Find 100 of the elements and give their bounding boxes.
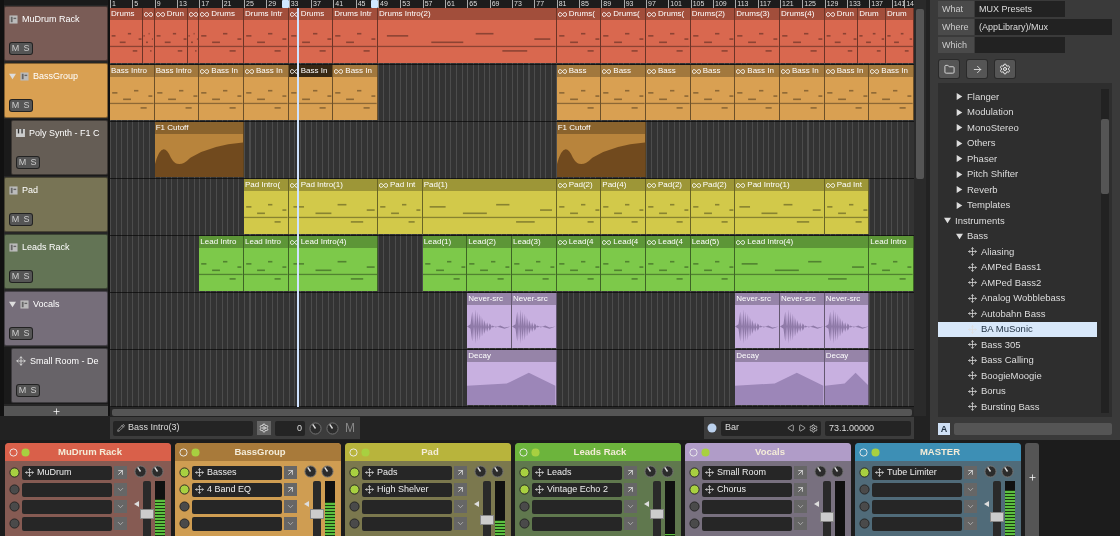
dropdown-button[interactable] [284, 500, 297, 513]
browser-field[interactable] [975, 37, 1065, 53]
clip[interactable]: Pad Int [378, 179, 423, 234]
open-editor-button[interactable] [454, 483, 467, 496]
knob[interactable] [831, 465, 844, 478]
solo-button[interactable]: S [21, 43, 32, 55]
mute-button[interactable]: M [10, 214, 21, 226]
clip[interactable]: Drums(2) [690, 8, 736, 63]
preset-item[interactable]: Autobahn Bass [938, 306, 1097, 322]
clip[interactable]: Lead(4 [601, 236, 646, 291]
clip[interactable]: Lead Intro [869, 236, 914, 291]
mute-button[interactable]: M [17, 385, 28, 397]
preset-item[interactable]: AMPed Bass1 [938, 259, 1097, 275]
mute-button[interactable]: M [10, 328, 21, 340]
power-icon[interactable] [519, 467, 530, 478]
power-icon[interactable] [349, 484, 360, 495]
dropdown-button[interactable] [794, 517, 807, 530]
clip[interactable]: Bass Intro [154, 65, 200, 120]
track-header[interactable]: Pad M S [4, 177, 108, 233]
insert-slot[interactable]: Vintage Echo 2 [532, 482, 622, 497]
clip[interactable]: Pad(2) [556, 179, 602, 234]
knob[interactable] [661, 465, 674, 478]
folder-item[interactable]: Phaser [938, 151, 1097, 167]
clip[interactable]: Decay [735, 350, 825, 405]
fader-thumb[interactable] [139, 509, 154, 519]
knob[interactable] [474, 465, 487, 478]
mute-button[interactable]: M [10, 100, 21, 112]
clip[interactable]: Drum [886, 8, 914, 63]
clip[interactable]: Pad Intro( [244, 179, 289, 234]
open-editor-button[interactable] [794, 466, 807, 479]
preset-item[interactable]: Bass Calling [938, 352, 1097, 368]
track-header[interactable]: Vocals M S [4, 291, 108, 347]
folder-item[interactable]: Flanger [938, 89, 1097, 105]
knob[interactable] [321, 465, 334, 478]
clip-name-field[interactable]: Bass Intro(3) [113, 420, 253, 436]
track-header[interactable]: BassGroup M S [4, 63, 108, 119]
mute-button[interactable]: M [10, 43, 21, 55]
preset-item[interactable]: AMPed Bass2 [938, 275, 1097, 291]
clip[interactable]: Drums(4) [780, 8, 825, 63]
folder-item[interactable]: Reverb [938, 182, 1097, 198]
clip[interactable]: Drun [154, 8, 189, 63]
position-field[interactable]: 73.1.00000 [825, 420, 911, 436]
horizontal-scrollbar[interactable] [112, 409, 912, 416]
insert-slot[interactable]: Small Room [702, 465, 792, 480]
knob[interactable] [304, 465, 317, 478]
clip[interactable]: Never-src [780, 293, 825, 348]
snap-field[interactable]: Bar [721, 420, 821, 436]
browser-field[interactable]: MUX Presets [975, 1, 1065, 17]
power-icon[interactable] [519, 518, 530, 529]
track-header[interactable]: MuDrum Rack M S [4, 6, 108, 62]
clip[interactable] [143, 8, 155, 63]
insert-slot[interactable] [872, 482, 962, 497]
fader-thumb[interactable] [649, 509, 664, 519]
clip[interactable]: Drums Intr [333, 8, 378, 63]
clip[interactable]: Bass In [244, 65, 289, 120]
dropdown-button[interactable] [114, 517, 127, 530]
open-editor-button[interactable] [624, 483, 637, 496]
folder-item[interactable]: Modulation [938, 104, 1097, 120]
folder-item[interactable]: Templates [938, 197, 1097, 213]
clip[interactable]: Drums(3) [735, 8, 780, 63]
clip[interactable]: Never-src [467, 293, 512, 348]
clip[interactable]: Bass In [824, 65, 870, 120]
dropdown-button[interactable] [454, 500, 467, 513]
open-editor-button[interactable] [114, 466, 127, 479]
dropdown-button[interactable] [114, 500, 127, 513]
clip[interactable]: Bass In [288, 65, 334, 120]
folder-item[interactable]: MonoStereo [938, 120, 1097, 136]
folder-button[interactable] [938, 59, 960, 79]
open-editor-button[interactable] [454, 466, 467, 479]
insert-slot[interactable] [22, 499, 112, 514]
filter-button[interactable]: A [938, 423, 950, 435]
knob[interactable] [151, 465, 164, 478]
clip[interactable]: Pad(2) [690, 179, 736, 234]
knob[interactable] [134, 465, 147, 478]
insert-slot[interactable]: Leads [532, 465, 622, 480]
loop-start-marker[interactable] [281, 0, 289, 8]
insert-slot[interactable] [532, 499, 622, 514]
fader-thumb[interactable] [479, 515, 494, 525]
clip[interactable]: F1 Cutoff [154, 122, 244, 177]
dropdown-button[interactable] [624, 500, 637, 513]
insert-slot[interactable] [872, 516, 962, 531]
clip[interactable]: Drums( [601, 8, 646, 63]
preset-item[interactable]: BA MuSonic [938, 321, 1097, 337]
clip[interactable] [188, 8, 200, 63]
clip[interactable]: Drums Intro(2) [378, 8, 557, 63]
clip[interactable]: Drums [110, 8, 144, 63]
solo-button[interactable]: S [21, 100, 32, 112]
power-icon[interactable] [179, 518, 190, 529]
record-dot-icon[interactable] [707, 423, 717, 433]
knob[interactable] [491, 465, 504, 478]
open-editor-button[interactable] [284, 466, 297, 479]
insert-slot[interactable] [22, 516, 112, 531]
fader-thumb[interactable] [309, 509, 324, 519]
preset-item[interactable]: BoogieMoogie [938, 368, 1097, 384]
insert-slot[interactable] [362, 516, 452, 531]
solo-button[interactable]: S [28, 385, 39, 397]
clip[interactable]: Lead(3) [512, 236, 557, 291]
track-header[interactable]: Leads Rack M S [4, 234, 108, 290]
clip[interactable]: Pad Intro(1) [288, 179, 378, 234]
clip[interactable]: Bass [690, 65, 736, 120]
